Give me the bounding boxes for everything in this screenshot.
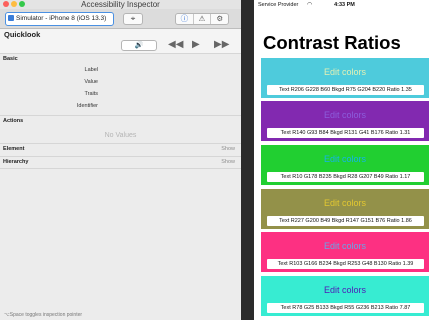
inspector-mode-tabs: ⓘ ⚠ ⚙ [175,13,229,25]
attribute-value: Value [84,79,98,85]
status-time: 4:33 PM [334,2,355,8]
edit-colors-button[interactable]: Edit colors [261,154,429,164]
speaker-icon: 🔊 [134,42,144,49]
window-titlebar: Accessibility Inspector [0,0,241,9]
color-card: Edit colors Text R78 G25 B133 Bkgd R55 G2… [261,276,429,316]
color-card: Edit colors Text R206 G228 B60 Bkgd R75 G… [261,58,429,98]
window-divider [241,0,254,320]
toolbar: Simulator - iPhone 8 (iOS 13.3) ⌖ ⓘ ⚠ ⚙ [0,9,241,29]
element-show-button[interactable]: Show [221,146,235,152]
accessibility-inspector-window: Accessibility Inspector Simulator - iPho… [0,0,241,320]
next-element-icon[interactable]: ▶▶ [214,39,229,51]
attribute-traits: Traits [84,91,98,97]
contrast-info-label: Text R140 G93 B84 Bkgd R131 G41 B176 Rat… [267,128,424,138]
attribute-identifier: Identifier [76,103,98,109]
color-card: Edit colors Text R103 G166 B234 Bkgd R253… [261,232,429,272]
crosshair-icon: ⌖ [130,14,136,23]
edit-colors-button[interactable]: Edit colors [261,241,429,251]
basic-heading: Basic [3,56,18,62]
speak-button[interactable]: 🔊 [121,40,157,51]
hierarchy-show-button[interactable]: Show [221,159,235,165]
element-heading: Element [3,146,25,152]
inspection-pointer-button[interactable]: ⌖ [123,13,143,25]
basic-section: Basic Label Value Traits Identifier [0,53,241,115]
color-card: Edit colors Text R227 G200 B49 Bkgd R147 … [261,189,429,229]
status-bar: Service Provider ◠ 4:33 PM [254,0,435,11]
play-icon[interactable]: ▶ [192,39,200,51]
quicklook-title: Quicklook [4,30,41,39]
contrast-info-label: Text R78 G25 B133 Bkgd R55 G236 B213 Rat… [267,303,424,313]
contrast-info-label: Text R206 G228 B60 Bkgd R75 G204 B220 Ra… [267,85,424,95]
no-values-text: No Values [104,132,137,139]
quicklook-panel: Quicklook 🔊 ◀◀ ▶ ▶▶ [0,29,241,53]
contrast-info-label: Text R10 G178 B235 Bkgd R28 G207 B49 Rat… [267,172,424,182]
contrast-info-label: Text R227 G200 B49 Bkgd R147 G151 B76 Ra… [267,216,424,226]
color-card: Edit colors Text R10 G178 B235 Bkgd R28 G… [261,145,429,185]
target-selector[interactable]: Simulator - iPhone 8 (iOS 13.3) [5,12,114,26]
previous-element-icon[interactable]: ◀◀ [168,39,183,51]
warning-icon[interactable]: ⚠ [194,14,212,24]
hierarchy-section: Hierarchy Show [0,156,241,169]
window-title: Accessibility Inspector [81,0,160,9]
contrast-info-label: Text R103 G166 B234 Bkgd R253 G48 B130 R… [267,259,424,269]
actions-section: Actions No Values [0,115,241,143]
actions-heading: Actions [3,118,24,124]
inspection-pointer-hint: ⌥Space toggles inspection pointer [4,312,83,318]
target-label: Simulator - iPhone 8 (iOS 13.3) [16,15,107,22]
hierarchy-heading: Hierarchy [3,159,29,165]
color-card: Edit colors Text R140 G93 B84 Bkgd R131 G… [261,101,429,141]
edit-colors-button[interactable]: Edit colors [261,67,429,77]
edit-colors-button[interactable]: Edit colors [261,285,429,295]
edit-colors-button[interactable]: Edit colors [261,110,429,120]
info-icon[interactable]: ⓘ [176,14,194,24]
gear-icon[interactable]: ⚙ [211,14,228,24]
simulator-icon [8,15,14,21]
edit-colors-button[interactable]: Edit colors [261,198,429,208]
attribute-label: Label [84,67,98,73]
page-title: Contrast Ratios [263,32,401,53]
element-section: Element Show [0,143,241,156]
simulator-screen: Service Provider ◠ 4:33 PM Contrast Rati… [254,0,435,320]
